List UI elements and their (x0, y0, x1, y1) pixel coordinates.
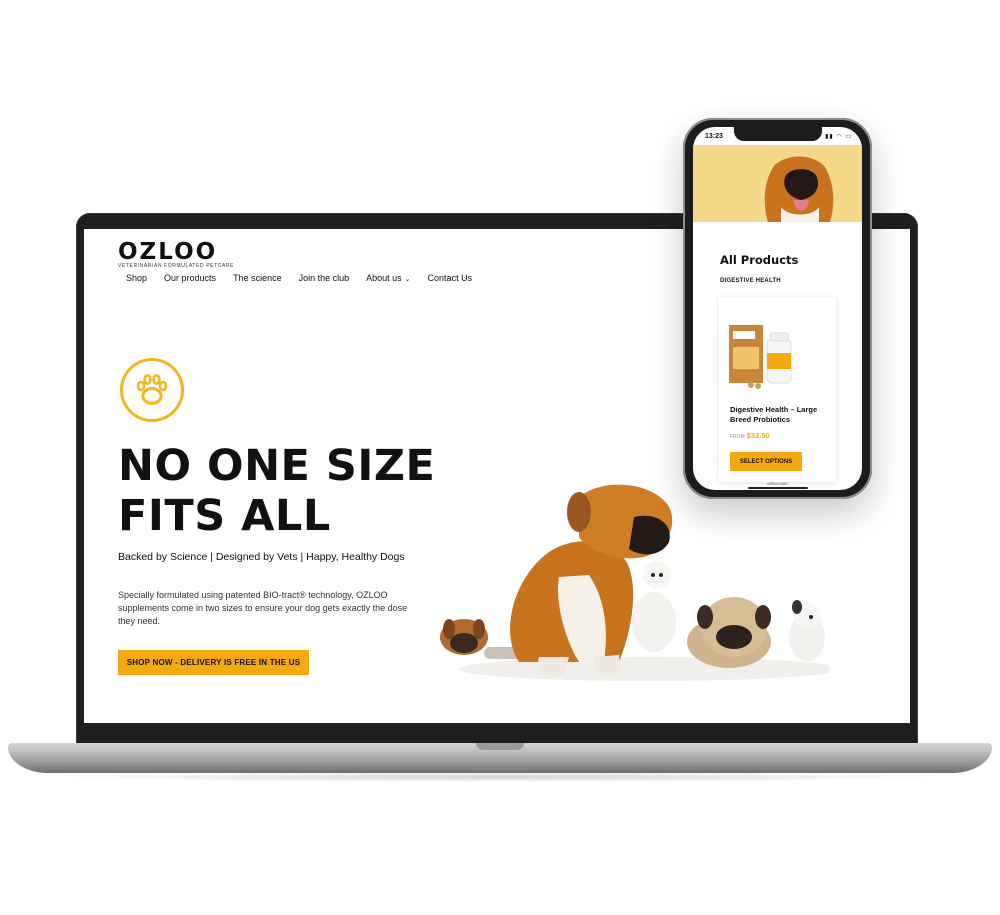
nav-item-the-science[interactable]: The science (233, 273, 282, 283)
nav-item-contact-us[interactable]: Contact Us (428, 273, 473, 283)
hero-body: Specially formulated using patented BIO-… (118, 590, 408, 626)
shop-now-button[interactable]: SHOP NOW - DELIVERY IS FREE IN THE US (118, 650, 309, 675)
bulldog-puppy-image (789, 600, 825, 661)
nav-item-our-products[interactable]: Our products (164, 273, 216, 283)
brand-tagline: VETERINARIAN FORMULATED PETCARE (118, 263, 235, 269)
nav-item-join-the-club[interactable]: Join the club (299, 273, 350, 283)
select-options-button[interactable]: SELECT OPTIONS (730, 452, 802, 471)
nav-item-about-us[interactable]: About us ⌄ (366, 273, 410, 283)
laptop-notch (476, 743, 524, 750)
nav-item-shop[interactable]: Shop (126, 273, 147, 283)
wifi-icon: ◠ (836, 134, 843, 140)
phone-notch (734, 127, 822, 141)
battery-icon: ▭ (845, 134, 852, 140)
phone-hero-banner (693, 145, 862, 222)
status-icons: ▮▮ ◠ ▭ (825, 133, 852, 140)
browser-url: ozloo.com (767, 481, 788, 486)
hero-title: NO ONE SIZE FITS ALL (118, 441, 436, 541)
hero-subtitle: Backed by Science | Designed by Vets | H… (118, 551, 405, 563)
chevron-down-icon: ⌄ (404, 276, 411, 283)
site-logo[interactable]: OZLOO VETERINARIAN FORMULATED PETCARE (118, 239, 234, 269)
boxer-dog-image (764, 156, 834, 222)
status-time: 13:23 (705, 133, 723, 140)
nav-item-about-us-label: About us (366, 273, 402, 283)
pug-dog-image (687, 597, 771, 668)
brand-name: OZLOO (118, 239, 218, 265)
price-value: $32.50 (746, 431, 770, 440)
white-dog-image (632, 561, 676, 652)
category-label: DIGESTIVE HEALTH (720, 278, 781, 284)
product-price: FROM $32.50 (730, 431, 770, 440)
main-nav: Shop Our products The science Join the c… (126, 273, 489, 283)
home-indicator[interactable] (748, 487, 808, 489)
price-prefix: FROM (730, 434, 745, 440)
mobile-website: 13:23 ▮▮ ◠ ▭ All Products DIGESTIVE HEAL… (693, 127, 862, 490)
product-image (729, 325, 792, 389)
paw-icon (120, 358, 184, 422)
laptop-shadow (40, 772, 960, 782)
products-heading: All Products (720, 253, 799, 267)
product-name[interactable]: Digestive Health – Large Breed Probiotic… (730, 405, 834, 425)
product-card[interactable]: Digestive Health – Large Breed Probiotic… (719, 297, 836, 482)
signal-icon: ▮▮ (825, 134, 834, 140)
